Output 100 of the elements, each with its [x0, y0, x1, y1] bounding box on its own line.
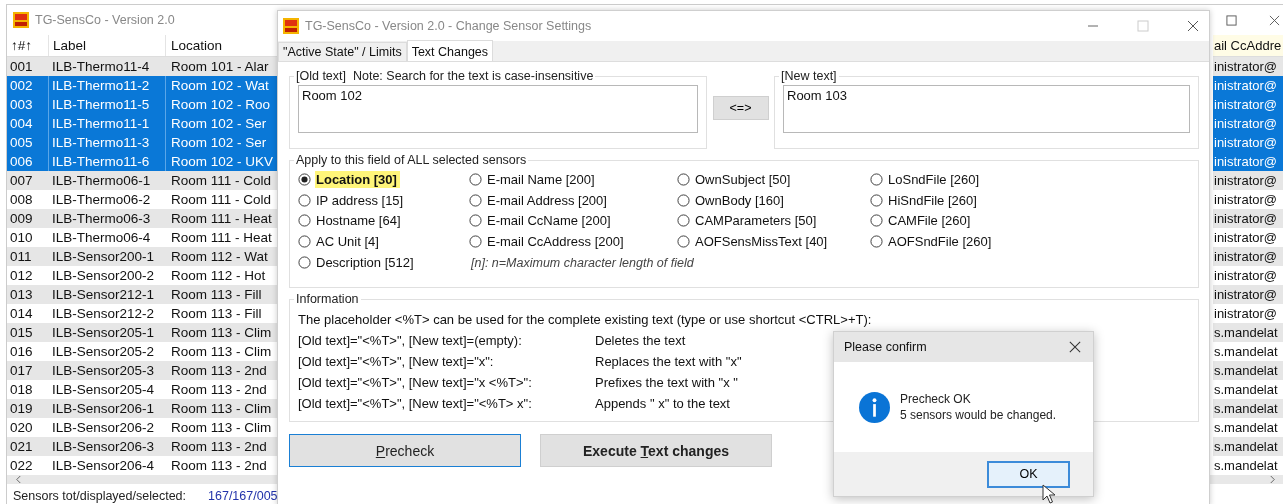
option-label[interactable]: E-mail Name [200]: [486, 170, 598, 188]
table-row[interactable]: 002 ILB-Thermo11-2 Room 102 - Wat: [7, 76, 278, 95]
table-cell-text: 019: [9, 400, 34, 418]
close-icon[interactable]: [1187, 20, 1199, 32]
table-cell-text: inistrator@: [1213, 248, 1279, 266]
option-label[interactable]: OwnBody [160]: [694, 191, 787, 209]
app-icon: [283, 18, 299, 34]
old-text-field[interactable]: Room 102: [298, 85, 698, 133]
radio-button[interactable]: [870, 172, 883, 186]
option-label[interactable]: LoSndFile [260]: [887, 170, 983, 188]
option-label[interactable]: IP address [15]: [315, 191, 407, 209]
table-cell-text: Room 113 - 2nd: [170, 362, 268, 380]
option-label[interactable]: HiSndFile [260]: [887, 191, 980, 209]
table-cell-text: ILB-Thermo06-2: [51, 191, 152, 209]
action-button[interactable]: Precheck: [289, 434, 521, 467]
close-icon[interactable]: [1069, 341, 1081, 353]
radio-button[interactable]: [298, 235, 311, 249]
radio-button[interactable]: [298, 193, 311, 207]
radio-button[interactable]: [677, 172, 690, 186]
table-cell-text: ILB-Thermo06-4: [51, 229, 152, 247]
status-value: 167/167/005: [208, 489, 278, 503]
radio-button[interactable]: [870, 235, 883, 249]
table-cell-text: 022: [9, 457, 34, 475]
group-label: [Old text] Note: Search for the text is case-insensitive: [295, 69, 595, 83]
option-label[interactable]: E-mail CcName [200]: [486, 212, 614, 230]
option-label[interactable]: CAMParameters [50]: [694, 212, 820, 230]
table-row[interactable]: 001 ILB-Thermo11-4 Room 101 - Alar: [7, 57, 278, 76]
table-cell-text: 010: [9, 229, 34, 247]
option-label[interactable]: AOFSensMissText [40]: [694, 233, 831, 251]
radio-button[interactable]: [298, 172, 311, 186]
table-cell-text: ILB-Sensor205-2: [51, 343, 156, 361]
column-header[interactable]: Label: [49, 35, 166, 56]
table-cell-text: Room 113 - Fill: [170, 305, 263, 323]
table-cell-text: 008: [9, 191, 34, 209]
table-row[interactable]: 006 ILB-Thermo11-6 Room 102 - UKV: [7, 152, 278, 171]
radio-button[interactable]: [677, 214, 690, 228]
window-title: TG-SensCo - Version 2.0 - Change Sensor Settings: [305, 19, 592, 33]
info-text: The placeholder <%T> can be used for the complete existing text (type or use shortcut <CTRL>+T):: [298, 311, 873, 329]
action-button[interactable]: Execute Text changes: [540, 434, 772, 467]
option-label[interactable]: E-mail CcAddress [200]: [486, 233, 627, 251]
table-row[interactable]: 007 ILB-Thermo06-1 Room 111 - Cold: [7, 171, 278, 190]
option-label[interactable]: AC Unit [4]: [315, 233, 382, 251]
radio-button[interactable]: [469, 172, 482, 186]
table-row[interactable]: 003 ILB-Thermo11-5 Room 102 - Roo: [7, 95, 278, 114]
table-row[interactable]: 004 ILB-Thermo11-1 Room 102 - Ser: [7, 114, 278, 133]
message-text: Precheck OK: [900, 391, 972, 407]
dialog-title: Please confirm: [844, 340, 927, 354]
info-icon: [859, 391, 890, 423]
radio-button[interactable]: [870, 214, 883, 228]
option-label[interactable]: Location [30]: [315, 170, 400, 188]
table-row[interactable]: 015 ILB-Sensor205-1 Room 113 - Clim: [7, 323, 278, 342]
table-cell-text: Room 113 - 2nd: [170, 381, 268, 399]
table-cell-text: ILB-Sensor206-4: [51, 457, 156, 475]
option-label[interactable]: OwnSubject [50]: [694, 170, 794, 188]
maximize-icon[interactable]: [1226, 14, 1237, 26]
option-label[interactable]: AOFSndFile [260]: [887, 233, 995, 251]
radio-button[interactable]: [298, 256, 311, 270]
tab[interactable]: "Active State" / Limits: [278, 42, 407, 61]
column-header[interactable]: ail CcAddre: [1213, 35, 1283, 56]
scroll-right-icon[interactable]: [1269, 475, 1276, 484]
table-row[interactable]: 013 ILB-Sensor212-1 Room 113 - Fill: [7, 285, 278, 304]
table-cell-text: s.mandelat: [1213, 362, 1279, 380]
scroll-left-icon[interactable]: [15, 475, 22, 484]
table-row[interactable]: 009 ILB-Thermo06-3 Room 111 - Heat: [7, 209, 278, 228]
radio-button[interactable]: [677, 193, 690, 207]
table-row[interactable]: 005 ILB-Thermo11-3 Room 102 - Ser: [7, 133, 278, 152]
info-text: [Old text]="<%T>", [New text]=(empty):: [298, 332, 523, 350]
radio-button[interactable]: [469, 193, 482, 207]
table-cell-text: ILB-Sensor206-1: [51, 400, 156, 418]
radio-button[interactable]: [298, 214, 311, 228]
ok-button[interactable]: OK: [987, 460, 1070, 488]
table-cell-text: ILB-Sensor206-2: [51, 419, 156, 437]
option-label[interactable]: CAMFile [260]: [887, 212, 974, 230]
column-header[interactable]: ↑#↑: [7, 35, 49, 56]
table-cell-text: s.mandelat: [1213, 343, 1279, 361]
table-cell-text: Room 113 - 2nd: [170, 457, 268, 475]
option-label[interactable]: Hostname [64]: [315, 212, 404, 230]
option-label[interactable]: Description [512]: [315, 254, 417, 272]
close-icon[interactable]: [1269, 14, 1280, 26]
table-cell-text: 011: [9, 248, 33, 266]
swap-button[interactable]: <=>: [712, 96, 769, 120]
table-row[interactable]: 017 ILB-Sensor205-3 Room 113 - 2nd: [7, 361, 278, 380]
table-row[interactable]: 019 ILB-Sensor206-1 Room 113 - Clim: [7, 399, 278, 418]
radio-button[interactable]: [870, 193, 883, 207]
table-row[interactable]: 011 ILB-Sensor200-1 Room 112 - Wat: [7, 247, 278, 266]
table-cell-text: inistrator@: [1213, 58, 1279, 76]
new-text-field[interactable]: Room 103: [783, 85, 1190, 133]
tab[interactable]: Text Changes: [406, 40, 494, 61]
group-label: Information: [295, 292, 360, 306]
table-cell-text: 018: [9, 381, 34, 399]
table-cell-text: Room 113 - Clim: [170, 400, 273, 418]
table-row[interactable]: 021 ILB-Sensor206-3 Room 113 - 2nd: [7, 437, 278, 456]
table-cell-text: s.mandelat: [1213, 324, 1279, 342]
option-label[interactable]: E-mail Address [200]: [486, 191, 610, 209]
table-cell-text: inistrator@: [1213, 210, 1279, 228]
radio-button[interactable]: [677, 235, 690, 249]
table-cell-text: ILB-Sensor212-2: [51, 305, 156, 323]
table-cell-text: Room 113 - 2nd: [170, 438, 268, 456]
radio-button[interactable]: [469, 235, 482, 249]
radio-button[interactable]: [469, 214, 482, 228]
